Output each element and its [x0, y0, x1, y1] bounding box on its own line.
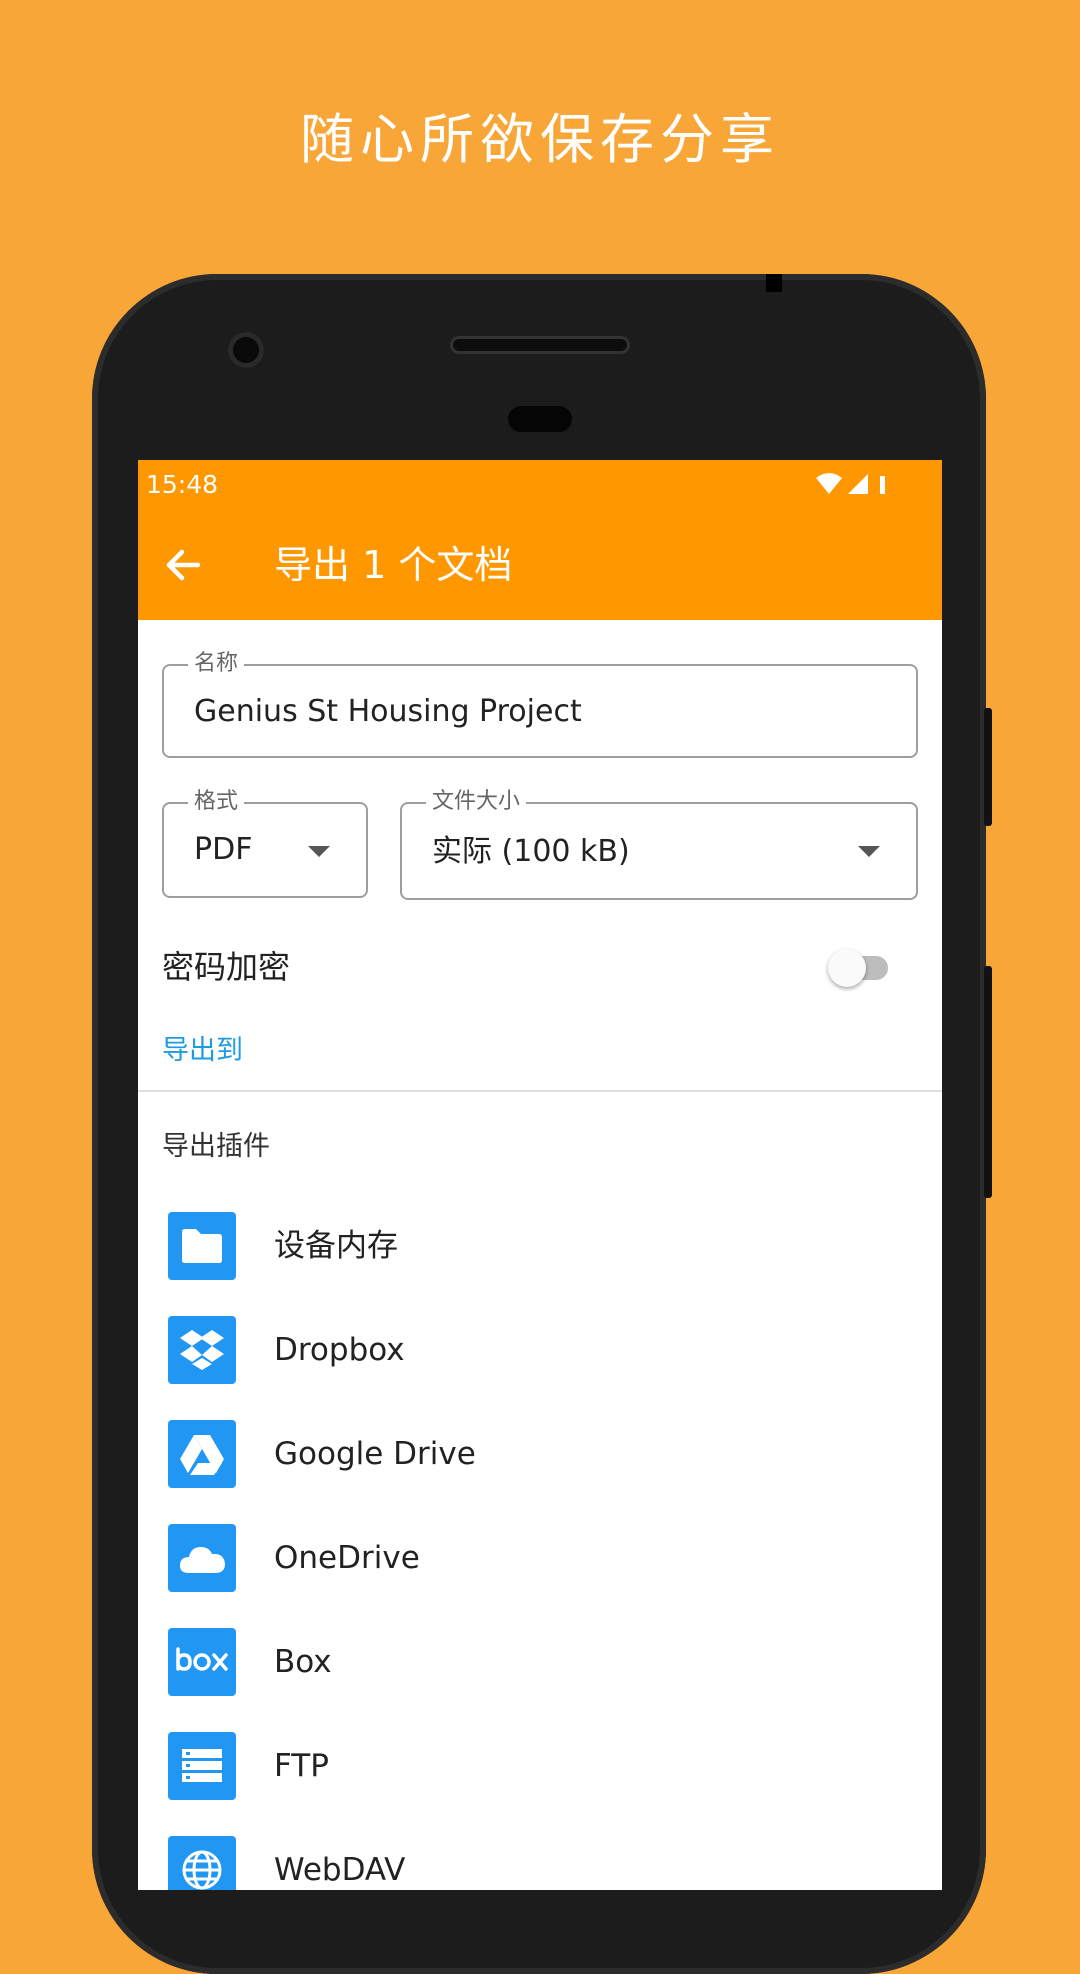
file-size-select-label: 文件大小: [426, 788, 527, 816]
chevron-down-icon: [308, 846, 330, 857]
plugin-item-label: FTP: [274, 1748, 329, 1784]
password-encryption-toggle[interactable]: [828, 946, 892, 988]
format-select[interactable]: 格式 PDF: [162, 788, 368, 898]
promo-headline: 随心所欲保存分享: [300, 108, 780, 171]
export-plugins-header: 导出插件: [162, 1131, 270, 1162]
export-to-header: 导出到: [162, 1035, 243, 1066]
globe-icon: [168, 1836, 236, 1890]
plugin-item-onedrive[interactable]: OneDrive: [138, 1524, 942, 1628]
front-camera: [228, 332, 264, 368]
password-encryption-label: 密码加密: [162, 948, 291, 986]
signal-icon: [848, 474, 868, 494]
plugin-item-label: Google Drive: [274, 1436, 476, 1472]
plugin-item-label: Dropbox: [274, 1332, 405, 1368]
phone-side-button: [984, 708, 992, 826]
earpiece-speaker: [450, 336, 630, 354]
google-drive-icon: [168, 1420, 236, 1488]
status-time: 15:48: [146, 470, 219, 499]
name-field-value: Genius St Housing Project: [194, 694, 582, 729]
phone-screen: 15:48 导出 1 个文档 名称 Genius St Housing Proj…: [138, 460, 942, 1890]
back-arrow-icon[interactable]: [158, 540, 208, 590]
plugin-item-label: Box: [274, 1644, 332, 1680]
plugin-item-box[interactable]: Box: [138, 1628, 942, 1732]
box-icon: [168, 1628, 236, 1696]
plugin-item-google-drive[interactable]: Google Drive: [138, 1420, 942, 1524]
phone-top-notch: [766, 274, 782, 292]
status-bar: 15:48: [138, 460, 942, 510]
plugin-item-dropbox[interactable]: Dropbox: [138, 1316, 942, 1420]
onedrive-icon: [168, 1524, 236, 1592]
chevron-down-icon: [858, 846, 880, 857]
format-select-label: 格式: [188, 788, 245, 816]
status-icons: [814, 472, 890, 504]
plugin-item-label: OneDrive: [274, 1540, 420, 1576]
toggle-thumb: [828, 949, 866, 987]
folder-icon: [168, 1212, 236, 1280]
plugin-item-label: 设备内存: [274, 1228, 398, 1264]
plugin-item-webdav[interactable]: WebDAV: [138, 1836, 942, 1890]
wifi-icon: [816, 473, 842, 494]
battery-icon: [880, 476, 885, 494]
file-size-select[interactable]: 文件大小 实际 (100 kB): [400, 788, 918, 900]
format-select-value: PDF: [194, 832, 253, 867]
divider: [138, 1090, 942, 1092]
app-bar: 导出 1 个文档: [138, 510, 942, 620]
proximity-sensor: [508, 406, 572, 432]
name-field[interactable]: 名称 Genius St Housing Project: [162, 650, 918, 758]
ftp-server-icon: [168, 1732, 236, 1800]
dropbox-icon: [168, 1316, 236, 1384]
plugin-item-ftp[interactable]: FTP: [138, 1732, 942, 1836]
plugin-item-label: WebDAV: [274, 1852, 406, 1888]
plugin-item-device-storage[interactable]: 设备内存: [138, 1212, 942, 1316]
app-bar-title: 导出 1 个文档: [274, 543, 513, 587]
name-field-label: 名称: [188, 650, 245, 678]
phone-volume-button: [984, 966, 992, 1198]
file-size-select-value: 实际 (100 kB): [432, 834, 630, 869]
